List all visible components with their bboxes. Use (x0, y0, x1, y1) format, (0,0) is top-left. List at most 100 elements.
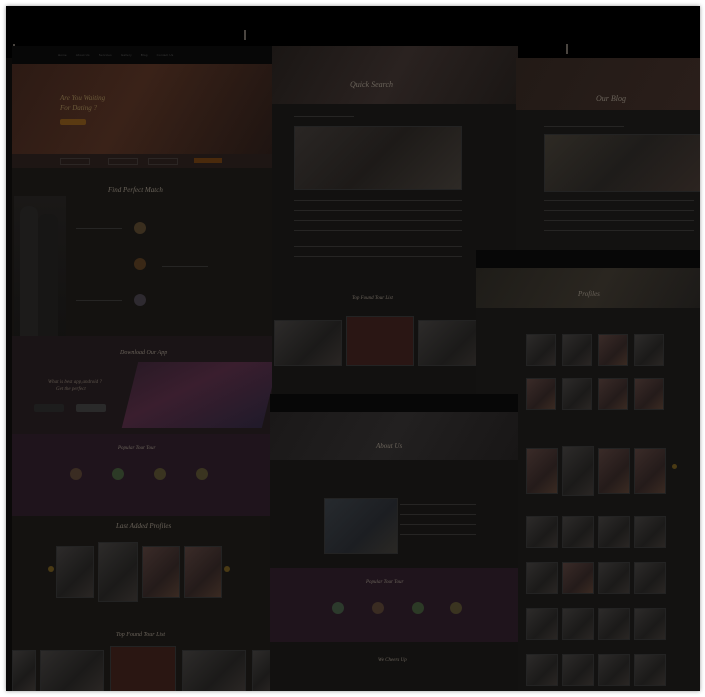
prev-arrow-icon[interactable] (48, 566, 54, 572)
profile-thumb[interactable] (634, 562, 666, 594)
text-line (400, 524, 476, 525)
blog-image (294, 126, 462, 190)
profile-thumb[interactable] (526, 608, 558, 640)
profile-thumb[interactable] (598, 562, 630, 594)
search-button[interactable] (194, 158, 222, 163)
app-screenshots (121, 362, 274, 428)
nav-services[interactable]: Services (99, 53, 112, 57)
app-store-button[interactable] (34, 404, 64, 412)
logo-icon (244, 30, 260, 40)
profile-thumb[interactable] (526, 378, 556, 410)
profile-thumb[interactable] (634, 448, 666, 494)
profile-thumb[interactable] (634, 516, 666, 548)
feature-icon (134, 222, 146, 234)
tour-thumb[interactable] (40, 650, 104, 691)
profile-thumb[interactable] (598, 378, 628, 410)
tour-icon (372, 602, 384, 614)
nav-about[interactable]: About Us (76, 53, 90, 57)
profile-thumb[interactable] (56, 546, 94, 598)
tour-thumb[interactable] (182, 650, 246, 691)
home-page-preview: Home About Us Services Gallery Blog Cont… (12, 46, 274, 691)
profile-thumb[interactable] (526, 334, 556, 366)
about-us-banner: About Us (270, 412, 518, 460)
text-line (76, 300, 122, 301)
profile-thumb[interactable] (562, 608, 594, 640)
profile-thumb[interactable] (562, 446, 594, 496)
profile-thumb[interactable] (598, 608, 630, 640)
feature-icon (134, 258, 146, 270)
section-heading-quick-search: Quick Search (350, 80, 394, 89)
text-line (400, 504, 476, 505)
text-line (294, 116, 354, 117)
profile-thumb[interactable] (634, 334, 664, 366)
profile-thumb[interactable] (526, 516, 558, 548)
profile-thumb[interactable] (562, 654, 594, 686)
nav-contact[interactable]: Contact Us (157, 53, 174, 57)
profiles-banner: Profiles (476, 268, 700, 308)
profile-thumb[interactable] (526, 654, 558, 686)
tour-icon (154, 468, 166, 480)
profile-thumb[interactable] (598, 516, 630, 548)
profile-thumb[interactable] (562, 516, 594, 548)
screenshot-frame: Home About Us Services Gallery Blog Cont… (6, 6, 700, 691)
quick-search-banner: Quick Search (272, 46, 518, 104)
profile-thumb[interactable] (598, 448, 630, 494)
section-heading-perfect-match: Find Perfect Match (108, 186, 163, 194)
section-heading-our-blog: Our Blog (596, 94, 626, 103)
popular-tour-section-2: Popular Tour Tour (270, 568, 518, 642)
tour-thumb[interactable] (346, 316, 414, 366)
text-line (544, 210, 694, 211)
search-bar (12, 154, 274, 168)
tour-thumb[interactable] (274, 320, 342, 366)
tour-thumb[interactable] (12, 650, 36, 691)
profile-thumb[interactable] (634, 378, 664, 410)
text-line (400, 514, 476, 515)
profile-thumb[interactable] (98, 542, 138, 602)
text-line (294, 220, 462, 221)
feature-icon (134, 294, 146, 306)
search-field[interactable] (148, 158, 178, 165)
next-arrow-icon[interactable] (672, 464, 677, 469)
app-section: Download Our App What is best app,androi… (12, 336, 274, 434)
section-heading-app: Download Our App (120, 350, 168, 356)
text-line (544, 126, 624, 127)
hero-banner: Are You Waiting For Dating ? (12, 64, 274, 154)
our-blog-banner: Our Blog (516, 58, 700, 110)
profile-thumb[interactable] (526, 562, 558, 594)
group-photo (544, 134, 700, 192)
text-line (544, 220, 694, 221)
hero-read-more-button[interactable] (60, 119, 86, 125)
profile-thumb[interactable] (598, 654, 630, 686)
nav-home[interactable]: Home (58, 53, 67, 57)
profile-thumb[interactable] (598, 334, 628, 366)
profile-thumb[interactable] (634, 654, 666, 686)
section-heading-we-cheers: We Cheers Up (378, 658, 407, 663)
nav-blog[interactable]: Blog (141, 53, 148, 57)
hero-title-line1: Are You Waiting (60, 94, 106, 102)
text-line (294, 256, 462, 257)
tour-icon (70, 468, 82, 480)
nav-gallery[interactable]: Gallery (121, 53, 132, 57)
tour-thumb[interactable] (110, 646, 176, 691)
text-line (400, 534, 476, 535)
search-field[interactable] (108, 158, 138, 165)
search-field[interactable] (60, 158, 90, 165)
profile-thumb[interactable] (562, 334, 592, 366)
app-tagline-1: What is best app,android ? (48, 380, 102, 385)
text-line (294, 246, 462, 247)
section-heading-about-us: About Us (376, 442, 403, 450)
profile-thumb[interactable] (562, 562, 594, 594)
google-play-button[interactable] (76, 404, 106, 412)
profile-thumb[interactable] (142, 546, 180, 598)
profile-thumb[interactable] (526, 448, 558, 494)
couple-image (14, 196, 66, 346)
next-arrow-icon[interactable] (224, 566, 230, 572)
main-nav: Home About Us Services Gallery Blog Cont… (12, 46, 274, 64)
section-heading-top-found-2: Top Found Tour List (352, 296, 393, 301)
profile-thumb[interactable] (562, 378, 592, 410)
profile-thumb[interactable] (634, 608, 666, 640)
tour-icon (196, 468, 208, 480)
profile-thumb[interactable] (184, 546, 222, 598)
section-heading-popular-tour-2: Popular Tour Tour (366, 580, 404, 585)
hero-title-line2: For Dating ? (60, 104, 97, 112)
